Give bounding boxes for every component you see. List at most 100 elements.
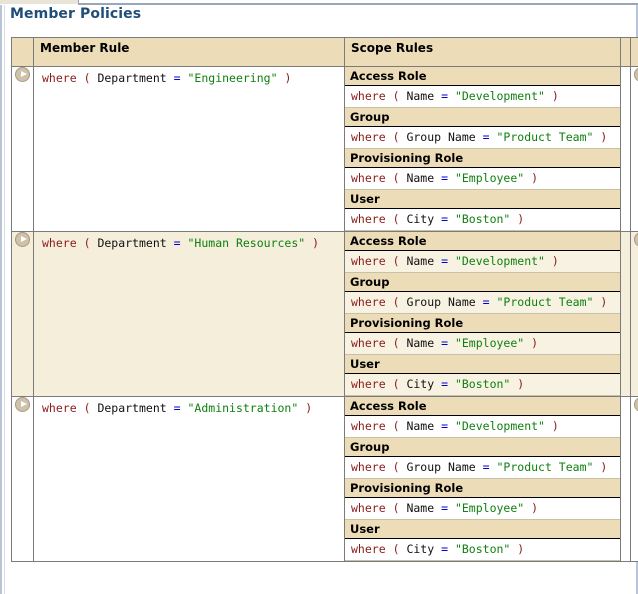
member-rule-value: "Human Resources" xyxy=(188,236,306,250)
scope-rule-row[interactable]: where ( Group Name = "Product Team" ) xyxy=(345,292,620,314)
tab-stub[interactable] xyxy=(0,0,79,5)
scope-rule-user-keyword: where xyxy=(351,212,386,226)
scope-rule-provisioning-role-open-paren: ( xyxy=(393,171,400,185)
member-rule-cell[interactable]: where ( Department = "Human Resources" ) xyxy=(34,232,345,397)
scope-rule-user-operator: = xyxy=(441,542,448,556)
scope-rule-row[interactable]: where ( Name = "Development" ) xyxy=(345,86,620,108)
scope-rule-row[interactable]: where ( Name = "Development" ) xyxy=(345,416,620,438)
scope-type-label-access-role: Access Role xyxy=(345,67,620,86)
scope-type-label-user: User xyxy=(345,355,620,374)
scope-rule-provisioning-role[interactable]: where ( Name = "Employee" ) xyxy=(345,498,620,520)
scope-rule-provisioning-role-field: Name xyxy=(406,171,434,185)
scope-rule-row[interactable]: where ( Name = "Employee" ) xyxy=(345,168,620,190)
table-body: where ( Department = "Engineering" )Acce… xyxy=(12,67,638,562)
scope-rule-provisioning-role-value: "Employee" xyxy=(455,336,524,350)
scope-rule-user[interactable]: where ( City = "Boston" ) xyxy=(345,374,620,396)
scope-rule-user-close-paren: ) xyxy=(517,542,524,556)
scope-rule-row[interactable]: where ( City = "Boston" ) xyxy=(345,374,620,396)
row-collapse-cell[interactable] xyxy=(631,67,638,232)
scope-rule-row[interactable]: where ( Group Name = "Product Team" ) xyxy=(345,127,620,149)
scope-rule-row[interactable]: where ( Name = "Employee" ) xyxy=(345,333,620,355)
page-title: Member Policies xyxy=(10,6,141,22)
scope-rules-cell[interactable]: Access Role where ( Name = "Development" … xyxy=(345,232,621,397)
collapse-minus-icon[interactable] xyxy=(634,232,638,247)
row-collapse-cell[interactable] xyxy=(631,397,638,562)
scope-rule-access-role[interactable]: where ( Name = "Development" ) xyxy=(345,416,620,438)
scope-rule-user-value: "Boston" xyxy=(455,212,510,226)
scope-rule-provisioning-role-operator: = xyxy=(441,501,448,515)
scope-rules-cell[interactable]: Access Rolewhere ( Name = "Development" … xyxy=(345,397,621,562)
member-rule-cell[interactable]: where ( Department = "Engineering" ) xyxy=(34,67,345,232)
scope-rule-user[interactable]: where ( City = "Boston" ) xyxy=(345,539,620,561)
scope-type-label-group: Group xyxy=(345,108,620,127)
row-expand-cell[interactable] xyxy=(12,397,34,562)
scope-rule-access-role-keyword: where xyxy=(351,419,386,433)
table-row[interactable]: where ( Department = "Human Resources" )… xyxy=(12,232,638,397)
scope-rule-access-role-keyword: where xyxy=(351,254,386,268)
scope-type-label-group: Group xyxy=(345,438,620,457)
table-row[interactable]: where ( Department = "Engineering" )Acce… xyxy=(12,67,638,232)
expand-arrow-icon[interactable] xyxy=(15,397,30,412)
scope-rule-provisioning-role-open-paren: ( xyxy=(393,336,400,350)
scope-rule-access-role-expression: where ( Name = "Development" ) xyxy=(351,419,559,433)
scope-type-label-user: User xyxy=(345,190,620,209)
row-expand-cell[interactable] xyxy=(12,67,34,232)
scope-rule-access-role[interactable]: where ( Name = "Development" ) xyxy=(345,86,620,108)
scope-rule-group-operator: = xyxy=(483,460,490,474)
member-rule-open-paren: ( xyxy=(84,236,91,250)
scope-rule-provisioning-role[interactable]: where ( Name = "Employee" ) xyxy=(345,333,620,355)
collapse-minus-icon[interactable] xyxy=(634,67,638,82)
scope-rule-user-open-paren: ( xyxy=(393,542,400,556)
column-header-member-rule[interactable]: Member Rule xyxy=(34,38,345,67)
member-rule-cell[interactable]: where ( Department = "Administration" ) xyxy=(34,397,345,562)
scope-rule-group-value: "Product Team" xyxy=(497,295,594,309)
scope-rule-row[interactable]: where ( City = "Boston" ) xyxy=(345,539,620,561)
scope-rule-user[interactable]: where ( City = "Boston" ) xyxy=(345,209,620,231)
scope-type-label-provisioning-role: Provisioning Role xyxy=(345,479,620,498)
scope-rule-group[interactable]: where ( Group Name = "Product Team" ) xyxy=(345,292,620,314)
row-collapse-cell[interactable] xyxy=(631,232,638,397)
scope-rules-cell[interactable]: Access Rolewhere ( Name = "Development" … xyxy=(345,67,621,232)
table-row[interactable]: where ( Department = "Administration" )A… xyxy=(12,397,638,562)
scope-rule-access-role-value: "Development" xyxy=(455,419,545,433)
scope-rule-provisioning-role[interactable]: where ( Name = "Employee" ) xyxy=(345,168,620,190)
member-rule-field: Department xyxy=(97,71,166,85)
member-rule-value: "Administration" xyxy=(188,401,299,415)
row-gutter-cell xyxy=(621,397,631,562)
scope-rule-group-value: "Product Team" xyxy=(497,130,594,144)
scope-rule-group[interactable]: where ( Group Name = "Product Team" ) xyxy=(345,127,620,149)
scope-rule-access-role-expression: where ( Name = "Development" ) xyxy=(351,254,559,268)
scope-rule-access-role[interactable]: where ( Name = "Development" ) xyxy=(345,251,620,273)
member-rule-expression: where ( Department = "Human Resources" ) xyxy=(42,236,319,250)
member-rule: where ( Department = "Human Resources" ) xyxy=(42,232,336,255)
scope-rule-access-role-field: Name xyxy=(406,419,434,433)
expand-arrow-icon[interactable] xyxy=(15,232,30,247)
window-chrome-strip xyxy=(0,0,638,5)
member-policies-grid: Member Rule Scope Rules where ( Departme… xyxy=(11,37,627,594)
scope-rule-row[interactable]: where ( Name = "Employee" ) xyxy=(345,498,620,520)
scope-rule-row[interactable]: where ( Name = "Development" ) xyxy=(345,251,620,273)
column-header-scope-rules[interactable]: Scope Rules xyxy=(345,38,621,67)
row-expand-cell[interactable] xyxy=(12,232,34,397)
scope-type-label-access-role: Access Role xyxy=(345,232,620,251)
scope-rule-group[interactable]: where ( Group Name = "Product Team" ) xyxy=(345,457,620,479)
collapse-minus-icon[interactable] xyxy=(634,397,638,412)
row-gutter-cell xyxy=(621,232,631,397)
scope-rule-group-field: Group Name xyxy=(406,460,475,474)
scope-type-row: User xyxy=(345,190,620,209)
scope-rule-group-expression: where ( Group Name = "Product Team" ) xyxy=(351,460,607,474)
chrome-divider xyxy=(78,3,638,5)
scope-rule-group-open-paren: ( xyxy=(393,295,400,309)
scope-rule-provisioning-role-keyword: where xyxy=(351,501,386,515)
column-header-gutter xyxy=(621,38,631,67)
scope-rule-row[interactable]: where ( City = "Boston" ) xyxy=(345,209,620,231)
scope-rule-row[interactable]: where ( Group Name = "Product Team" ) xyxy=(345,457,620,479)
scope-type-label-group: Group xyxy=(345,273,620,292)
scope-rule-group-expression: where ( Group Name = "Product Team" ) xyxy=(351,295,607,309)
expand-arrow-icon[interactable] xyxy=(15,67,30,82)
scope-type-row: Group xyxy=(345,108,620,127)
scope-rule-user-value: "Boston" xyxy=(455,377,510,391)
scope-rule-access-role-operator: = xyxy=(441,254,448,268)
scope-rule-group-open-paren: ( xyxy=(393,460,400,474)
member-rule-value: "Engineering" xyxy=(188,71,278,85)
